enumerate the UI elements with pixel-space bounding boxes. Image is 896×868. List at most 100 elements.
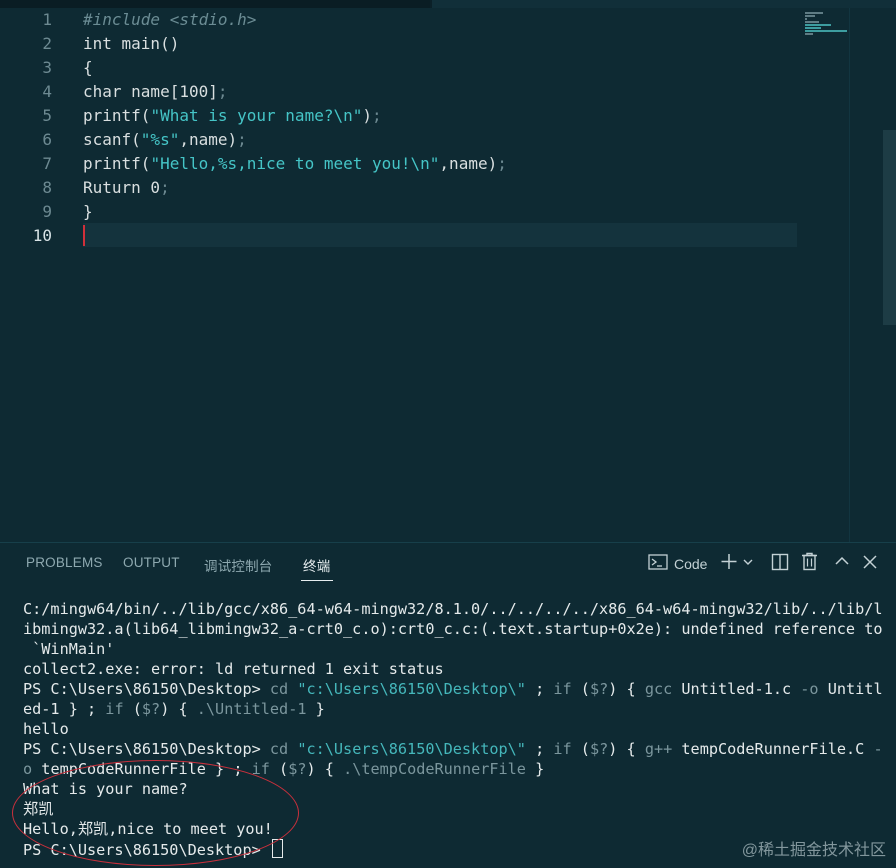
code-line[interactable]: char name[100]; — [83, 80, 228, 104]
terminal-token: "c:\Users\86150\Desktop\" — [297, 740, 526, 758]
panel-actions: Code — [636, 543, 896, 585]
editor-scrollbar[interactable] — [849, 8, 850, 542]
terminal-token: hello — [23, 720, 69, 738]
terminal-token: cd — [269, 680, 298, 698]
terminal-line: ibmingw32.a(lib64_libmingw32_a-crt0_c.o)… — [23, 619, 883, 639]
tab-problems[interactable]: PROBLEMS — [26, 555, 103, 570]
code-token: ; — [497, 154, 507, 173]
terminal-token: ( — [269, 760, 289, 778]
terminal-token: C:/mingw64/bin/../lib/gcc/x86_64-w64-min… — [23, 600, 883, 618]
terminal-token: Untitled-1.c — [672, 680, 801, 698]
red-annotation-ellipse — [12, 760, 299, 866]
code-line[interactable]: scanf("%s",name); — [83, 128, 247, 152]
terminal-token: } — [306, 700, 325, 718]
line-number: 6 — [42, 130, 52, 149]
terminal-token: $? — [589, 680, 609, 698]
terminal-token: if — [105, 700, 124, 718]
tab-debug-console[interactable]: 调试控制台 — [204, 555, 273, 575]
code-token: { — [83, 58, 93, 77]
terminal-token: $? — [288, 760, 307, 778]
code-token: #include <stdio.h> — [83, 10, 257, 29]
tab-strip-right — [432, 0, 896, 8]
terminal-token: if — [553, 740, 572, 758]
code-line[interactable]: printf("What is your name?\n"); — [83, 104, 382, 128]
line-number: 1 — [42, 10, 52, 29]
terminal-line: collect2.exe: error: ld returned 1 exit … — [23, 659, 444, 679]
terminal-token: cd — [269, 740, 298, 758]
trash-icon[interactable] — [801, 552, 818, 577]
code-editor[interactable]: 1 2 3 4 5 6 7 8 9 10 #include <stdio.h> int main()… — [0, 8, 896, 542]
active-tab-indicator — [301, 580, 333, 581]
close-icon[interactable] — [862, 552, 878, 578]
terminal-line: `WinMain' — [23, 639, 114, 659]
terminal-icon[interactable] — [648, 553, 668, 577]
tab-terminal[interactable]: 终端 — [303, 555, 330, 575]
text-cursor — [83, 225, 85, 246]
code-line[interactable]: #include <stdio.h> — [83, 8, 256, 32]
terminal-token: - — [873, 740, 883, 758]
terminal-scrollbar[interactable] — [883, 130, 896, 325]
terminal-token: g++ — [644, 740, 673, 758]
code-line[interactable]: { — [83, 56, 93, 80]
code-token: ; — [372, 106, 382, 125]
terminal-token: ( — [571, 740, 590, 758]
top-tab-strip — [0, 0, 896, 8]
terminal-token: ; — [525, 680, 554, 698]
terminal-token: $? — [589, 740, 609, 758]
code-line[interactable]: } — [83, 200, 93, 224]
code-token: ; — [217, 82, 228, 101]
terminal-line: ed-1 } ; if ($?) { .\Untitled-1 } — [23, 699, 325, 719]
terminal-token: "c:\Users\86150\Desktop\" — [297, 680, 526, 698]
line-number: 8 — [42, 178, 52, 197]
terminal-selector-label[interactable]: Code — [674, 553, 707, 575]
terminal-token: o — [23, 760, 33, 778]
terminal-line: PS C:\Users\86150\Desktop> cd "c:\Users\… — [23, 679, 883, 699]
terminal-token: ) { — [608, 740, 645, 758]
watermark: @稀土掘金技术社区 — [741, 842, 886, 859]
code-token: Ruturn 0 — [83, 178, 161, 197]
terminal-token: Untitl — [818, 680, 883, 698]
code-token: char name[100] — [83, 82, 218, 101]
code-line[interactable]: printf("Hello,%s,nice to meet you!\n",na… — [83, 152, 507, 176]
chevron-up-icon[interactable] — [834, 552, 850, 578]
line-number: 5 — [42, 106, 52, 125]
chevron-down-icon[interactable] — [742, 552, 754, 578]
code-token: "%s" — [140, 130, 180, 149]
terminal-token: collect2.exe: error: ld returned 1 exit … — [23, 660, 444, 678]
terminal-token: tempCodeRunnerFile.C — [672, 740, 874, 758]
terminal-token: if — [553, 680, 572, 698]
terminal-token: .\tempCodeRunnerFile — [343, 760, 526, 778]
tab-output[interactable]: OUTPUT — [123, 555, 180, 570]
terminal-token: ; — [525, 740, 554, 758]
terminal-token: ed-1 } ; — [23, 700, 106, 718]
split-icon[interactable] — [771, 553, 789, 577]
line-number: 7 — [42, 154, 52, 173]
terminal-token: ) { — [160, 700, 197, 718]
terminal-token: ) { — [608, 680, 645, 698]
line-number: 9 — [42, 202, 52, 221]
code-token: "Hello,%s,nice to meet you!\n" — [150, 154, 440, 173]
tab-strip-left — [0, 0, 430, 8]
code-line[interactable]: Ruturn 0; — [83, 176, 170, 200]
code-token: int main() — [83, 34, 180, 53]
current-line-highlight — [83, 223, 797, 247]
terminal-token: } — [525, 760, 545, 778]
minimap[interactable] — [805, 12, 849, 36]
line-number: 2 — [42, 34, 52, 53]
plus-icon[interactable] — [720, 550, 738, 578]
code-token: ,name) — [439, 154, 498, 173]
terminal-token: PS C:\Users\86150\Desktop> — [23, 740, 270, 758]
code-token: ) — [362, 106, 372, 125]
line-number: 10 — [32, 226, 52, 245]
line-number: 4 — [42, 82, 52, 101]
terminal-token: $? — [141, 700, 161, 718]
code-token: ; — [237, 130, 247, 149]
terminal-token: .\Untitled-1 — [196, 700, 307, 718]
terminal-token: ) { — [306, 760, 344, 778]
code-line[interactable]: int main() — [83, 32, 179, 56]
code-token: ; — [160, 178, 170, 197]
line-number: 3 — [42, 58, 52, 77]
terminal-token: gcc — [644, 680, 673, 698]
code-token: } — [83, 202, 93, 221]
terminal-token: ibmingw32.a(lib64_libmingw32_a-crt0_c.o)… — [23, 620, 883, 638]
